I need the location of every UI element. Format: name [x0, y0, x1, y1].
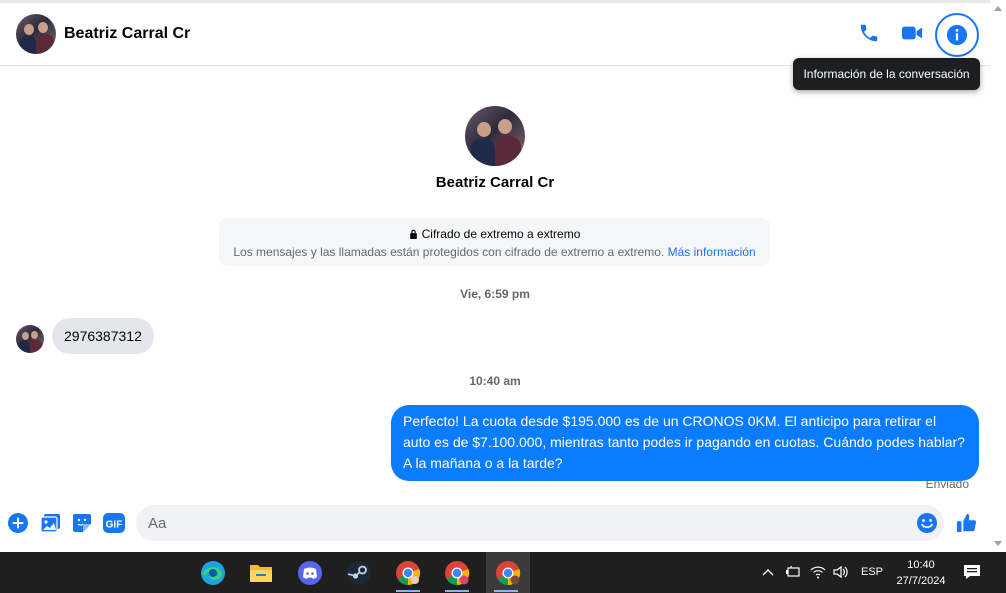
edge-icon[interactable] [193, 552, 233, 593]
message-input[interactable] [148, 505, 908, 541]
message-composer: GIF [0, 500, 990, 548]
conversation-info-button[interactable] [935, 13, 979, 57]
windows-taskbar: ESP 10:40 27/7/2024 [0, 552, 1006, 593]
steam-icon[interactable] [339, 552, 379, 593]
svg-text:GIF: GIF [106, 520, 123, 531]
contact-name[interactable]: Beatriz Carral Cr [64, 25, 190, 43]
encryption-notice: Cifrado de extremo a extremo Los mensaje… [219, 218, 770, 266]
gif-icon[interactable]: GIF [102, 512, 126, 534]
phone-icon[interactable] [855, 19, 883, 47]
app-root: Beatriz Carral Cr Información de la conv… [0, 0, 1006, 593]
chrome-profile-icon[interactable] [437, 552, 477, 593]
chat-window: Beatriz Carral Cr Información de la conv… [0, 0, 990, 552]
more-info-link[interactable]: Más información [668, 245, 756, 259]
plus-icon[interactable] [7, 512, 29, 534]
profile-name: Beatriz Carral Cr [435, 174, 555, 191]
notification-icon[interactable] [963, 563, 983, 581]
file-explorer-icon[interactable] [241, 552, 281, 593]
system-clock[interactable]: 10:40 27/7/2024 [890, 557, 952, 589]
incoming-message[interactable]: 2976387312 [52, 318, 154, 354]
like-icon[interactable] [955, 511, 979, 535]
encryption-title: Cifrado de extremo a extremo [421, 227, 581, 241]
photo-icon[interactable] [39, 512, 61, 534]
scroll-up-arrow[interactable] [994, 6, 1002, 11]
message-input-wrapper [136, 505, 944, 541]
timestamp: Vie, 6:59 pm [460, 287, 530, 301]
chrome-profile-icon[interactable] [486, 552, 530, 593]
battery-icon[interactable] [785, 565, 801, 579]
language-indicator[interactable]: ESP [861, 566, 883, 578]
encryption-description: Los mensajes y las llamadas están proteg… [233, 245, 665, 259]
message-avatar[interactable] [16, 325, 44, 353]
lock-icon [409, 229, 417, 239]
chrome-icon[interactable] [388, 552, 428, 593]
timestamp: 10:40 am [469, 374, 521, 388]
profile-avatar[interactable] [465, 106, 525, 166]
video-icon[interactable] [898, 19, 926, 47]
emoji-icon[interactable] [916, 512, 938, 534]
clock-time: 10:40 [907, 559, 935, 571]
conversation-header: Beatriz Carral Cr [0, 3, 990, 66]
sticker-icon[interactable] [71, 512, 93, 534]
volume-icon[interactable] [832, 564, 850, 580]
scrollbar[interactable] [990, 0, 1006, 552]
scroll-down-arrow[interactable] [994, 541, 1002, 546]
discord-icon[interactable] [290, 552, 330, 593]
contact-avatar[interactable] [16, 14, 56, 54]
chevron-up-icon[interactable] [762, 566, 774, 578]
sent-status: Enviado [925, 477, 969, 491]
wifi-icon[interactable] [810, 564, 826, 580]
info-icon [946, 24, 968, 46]
clock-date: 27/7/2024 [896, 575, 946, 587]
outgoing-message[interactable]: Perfecto! La cuota desde $195.000 es de … [391, 405, 979, 481]
conversation-info-tooltip: Información de la conversación [793, 58, 980, 90]
